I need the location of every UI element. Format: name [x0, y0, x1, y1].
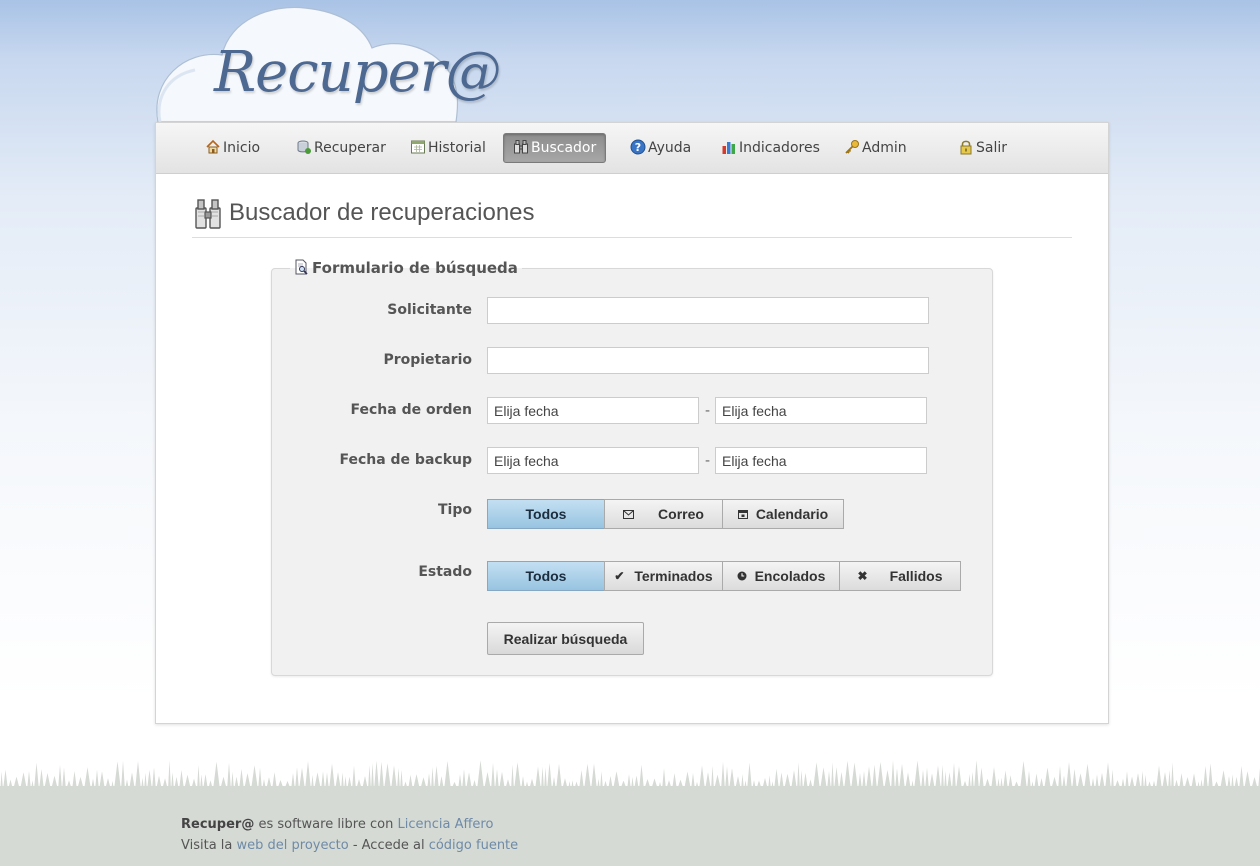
form-legend: Formulario de búsqueda	[290, 257, 522, 279]
nav-label-ayuda: Ayuda	[648, 140, 692, 156]
nav-label-indicadores: Indicadores	[739, 140, 820, 156]
form-legend-label: Formulario de búsqueda	[312, 259, 518, 277]
fecha-backup-from-input[interactable]: Elija fecha	[487, 447, 699, 474]
clock-icon	[737, 571, 747, 581]
footer-text-2: Visita la	[181, 838, 237, 853]
help-icon: ?	[630, 139, 646, 155]
estado-option-terminados[interactable]: ✔ Terminados	[604, 561, 723, 591]
estado-option-terminados-label: Terminados	[634, 568, 713, 584]
estado-option-encolados[interactable]: Encolados	[722, 561, 840, 591]
footer-license-line: Recuper@ es software libre con Licencia …	[181, 817, 493, 832]
footer-brand: Recuper@	[181, 817, 255, 832]
tipo-option-calendario[interactable]: Calendario	[722, 499, 844, 529]
key-icon	[845, 140, 859, 154]
main-panel: Inicio Recuperar Historial Buscador ? Ayu…	[155, 122, 1109, 724]
nav-item-salir[interactable]: Salir	[952, 134, 1013, 162]
propietario-input[interactable]	[487, 347, 929, 374]
estado-option-todos-label: Todos	[525, 568, 567, 584]
propietario-label: Propietario	[383, 352, 472, 368]
fecha-backup-to-input[interactable]: Elija fecha	[715, 447, 927, 474]
svg-text:?: ?	[635, 141, 641, 154]
tipo-option-correo-label: Correo	[658, 506, 704, 522]
nav-item-recuperar[interactable]: Recuperar	[290, 134, 392, 162]
nav-item-indicadores[interactable]: Indicadores	[715, 134, 826, 162]
check-icon: ✔	[614, 569, 625, 583]
app-logo[interactable]: Recuper@	[214, 40, 501, 105]
nav-label-salir: Salir	[976, 140, 1008, 156]
page-footer: Recuper@ es software libre con Licencia …	[0, 786, 1260, 866]
solicitante-input[interactable]	[487, 297, 929, 324]
tipo-option-correo[interactable]: Correo	[604, 499, 723, 529]
fecha-backup-separator: -	[705, 453, 711, 469]
estado-label: Estado	[418, 564, 472, 580]
calendar-icon	[411, 140, 425, 154]
footer-links-line: Visita la web del proyecto - Accede al c…	[181, 838, 518, 853]
tipo-option-todos[interactable]: Todos	[487, 499, 605, 529]
bar-chart-icon	[722, 142, 735, 154]
fecha-orden-from-input[interactable]: Elija fecha	[487, 397, 699, 424]
main-navigation: Inicio Recuperar Historial Buscador ? Ayu…	[156, 123, 1108, 174]
calendar-small-icon	[737, 510, 748, 519]
estado-option-encolados-label: Encolados	[754, 568, 826, 584]
home-icon	[206, 139, 220, 154]
tipo-option-todos-label: Todos	[525, 506, 567, 522]
footer-text-1: es software libre con	[254, 817, 398, 832]
solicitante-label: Solicitante	[387, 302, 472, 318]
search-submit-button[interactable]: Realizar búsqueda	[487, 622, 644, 655]
binoculars-icon	[195, 199, 221, 229]
envelope-icon	[623, 509, 635, 519]
fecha-orden-to-input[interactable]: Elija fecha	[715, 397, 927, 424]
project-web-link[interactable]: web del proyecto	[237, 838, 349, 853]
fecha-orden-label: Fecha de orden	[350, 402, 472, 418]
fecha-backup-label: Fecha de backup	[339, 452, 472, 468]
estado-option-fallidos[interactable]: ✖ Fallidos	[839, 561, 961, 591]
cross-icon: ✖	[857, 569, 868, 583]
estado-option-fallidos-label: Fallidos	[889, 568, 943, 584]
nav-item-inicio[interactable]: Inicio	[199, 134, 266, 162]
search-document-icon	[295, 259, 308, 275]
search-form: Formulario de búsqueda Solicitante Propi…	[271, 257, 993, 676]
nav-item-ayuda[interactable]: ? Ayuda	[624, 134, 697, 162]
database-icon	[297, 140, 311, 154]
page-title: Buscador de recuperaciones	[229, 199, 535, 226]
license-link[interactable]: Licencia Affero	[397, 817, 493, 832]
nav-label-recuperar: Recuperar	[314, 140, 386, 156]
footer-text-3: - Accede al	[348, 838, 429, 853]
binoculars-icon	[514, 140, 528, 154]
fecha-orden-separator: -	[705, 403, 711, 419]
nav-label-inicio: Inicio	[223, 140, 261, 156]
estado-option-todos[interactable]: Todos	[487, 561, 605, 591]
page-header: Buscador de recuperaciones	[192, 195, 1072, 238]
nav-item-buscador[interactable]: Buscador	[503, 133, 607, 163]
nav-item-admin[interactable]: Admin	[838, 134, 913, 162]
source-code-link[interactable]: código fuente	[429, 838, 518, 853]
tipo-option-calendario-label: Calendario	[755, 506, 829, 522]
nav-label-buscador: Buscador	[531, 140, 597, 156]
tipo-label: Tipo	[438, 502, 472, 518]
nav-label-historial: Historial	[428, 140, 486, 156]
nav-item-historial[interactable]: Historial	[404, 134, 492, 162]
nav-label-admin: Admin	[862, 140, 907, 156]
cloud-logo-background	[156, 6, 459, 123]
lock-icon	[960, 140, 972, 155]
